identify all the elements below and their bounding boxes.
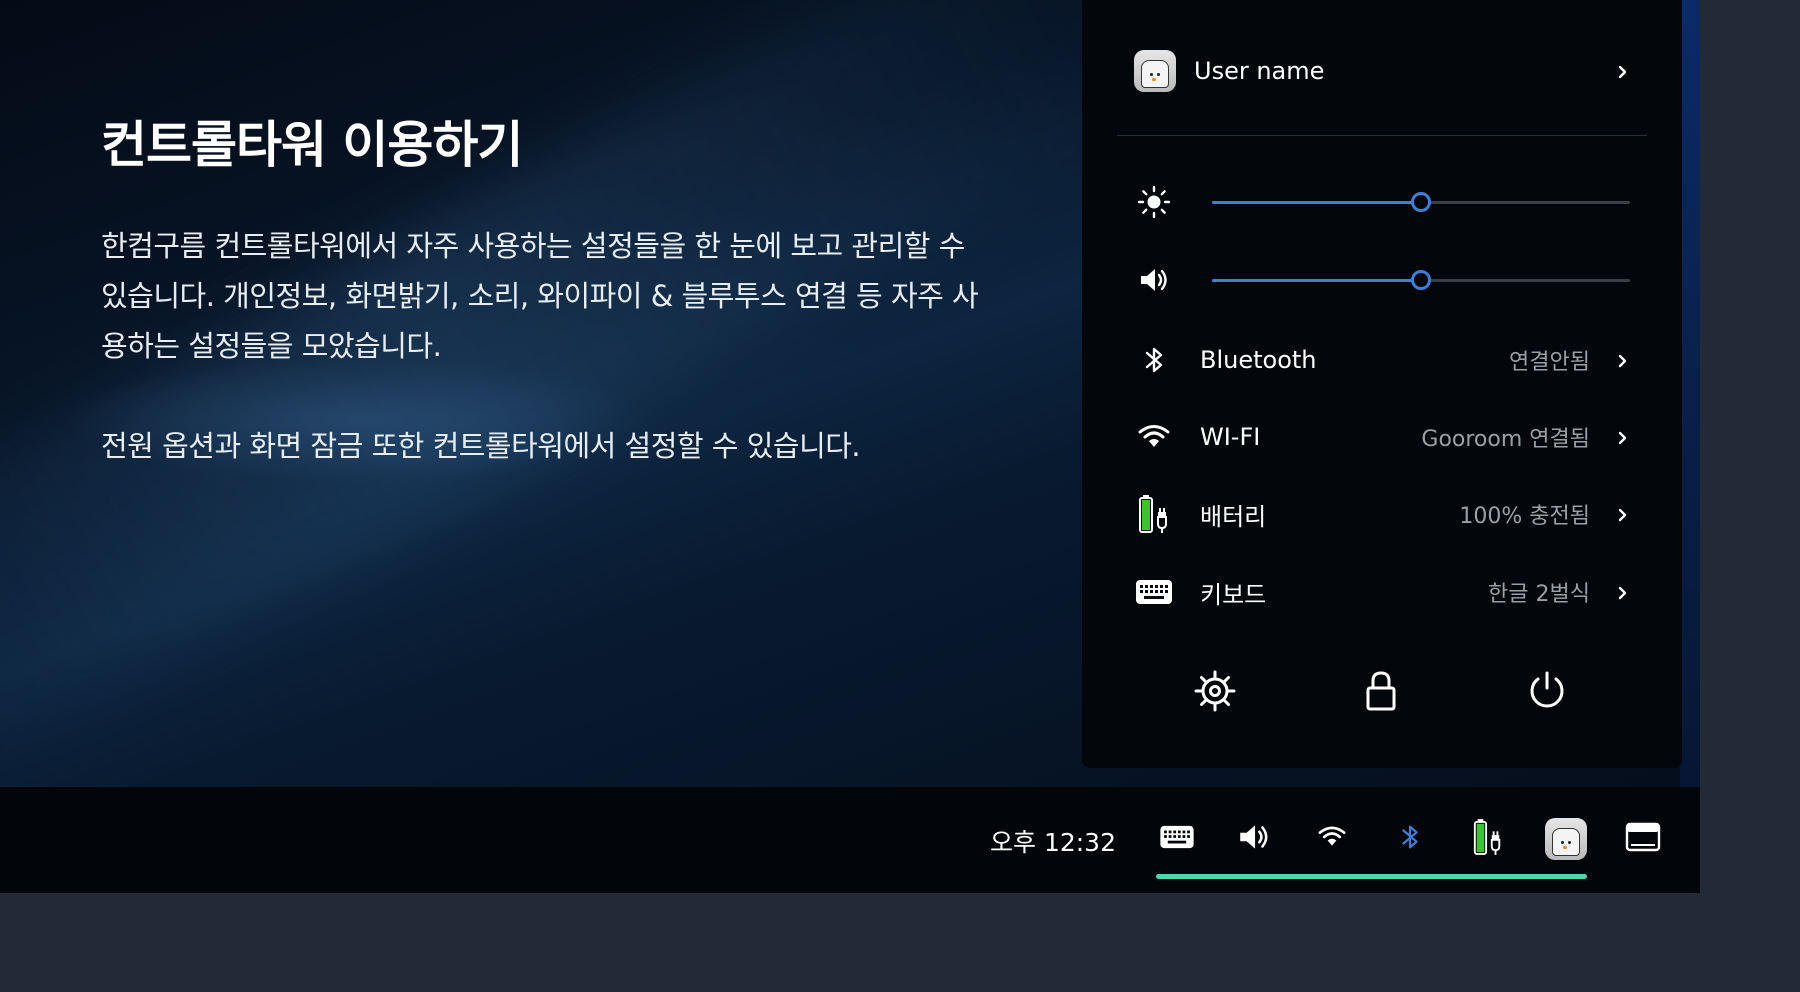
battery-row[interactable]: 배터리 100% 충전됨 — [1134, 492, 1630, 536]
panel-actions — [1082, 668, 1682, 718]
clock[interactable]: 오후 12:32 — [990, 823, 1116, 859]
bluetooth-icon — [1396, 820, 1424, 858]
settings-button[interactable] — [1190, 668, 1240, 718]
wifi-row[interactable]: WI-FI Gooroom 연결됨 — [1134, 415, 1630, 459]
chevron-right-icon — [1616, 64, 1630, 79]
keyboard-label: 키보드 — [1200, 580, 1267, 609]
tray-volume[interactable] — [1232, 817, 1276, 861]
bluetooth-label: Bluetooth — [1200, 346, 1317, 374]
brightness-slider-knob[interactable] — [1411, 192, 1431, 212]
chevron-right-icon — [1616, 353, 1630, 368]
speaker-icon — [1236, 819, 1272, 859]
lock-screen-button[interactable] — [1356, 668, 1406, 718]
battery-icon — [1134, 494, 1174, 534]
power-icon — [1527, 670, 1567, 716]
volume-slider[interactable] — [1212, 270, 1630, 290]
wifi-icon — [1134, 417, 1174, 457]
keyboard-icon — [1134, 572, 1174, 612]
settings-gear-icon — [1193, 669, 1237, 717]
tray-show-desktop[interactable] — [1621, 817, 1665, 861]
brightness-slider-fill — [1212, 201, 1421, 204]
tray-battery[interactable] — [1466, 817, 1510, 861]
wifi-status: Gooroom 연결됨 — [1421, 427, 1590, 452]
wifi-icon — [1317, 824, 1347, 854]
chevron-right-icon — [1616, 430, 1630, 445]
user-row[interactable]: User name — [1134, 49, 1630, 93]
keyboard-row[interactable]: 키보드 한글 2벌식 — [1134, 570, 1630, 614]
desktop-edge — [1680, 0, 1700, 787]
tray-keyboard[interactable] — [1155, 817, 1199, 861]
sun-icon — [1134, 182, 1174, 222]
brightness-slider[interactable] — [1212, 192, 1630, 212]
info-section: 컨트롤타워 이용하기 한컴구름 컨트롤타워에서 자주 사용하는 설정들을 한 눈… — [101, 105, 1001, 471]
window-icon — [1625, 822, 1661, 856]
tray-bluetooth[interactable] — [1388, 817, 1432, 861]
taskbar: 오후 12:32 — [0, 787, 1700, 893]
volume-slider-knob[interactable] — [1411, 270, 1431, 290]
bluetooth-row[interactable]: Bluetooth 연결안됨 — [1134, 338, 1630, 382]
description-paragraph-2: 전원 옵션과 화면 잠금 또한 컨트롤타워에서 설정할 수 있습니다. — [101, 429, 861, 463]
battery-icon — [1472, 817, 1504, 861]
divider — [1117, 135, 1647, 136]
page-title: 컨트롤타워 이용하기 — [101, 116, 523, 174]
control-tower-panel: User name Bluetooth 연결안됨 WI-FI Gooroom 연… — [1082, 0, 1682, 768]
description-paragraph-1: 한컴구름 컨트롤타워에서 자주 사용하는 설정들을 한 눈에 보고 관리할 수 … — [101, 229, 979, 363]
brightness-slider-row — [1134, 182, 1630, 222]
chevron-right-icon — [1616, 585, 1630, 600]
volume-slider-fill — [1212, 279, 1421, 282]
avatar — [1134, 50, 1176, 92]
user-name: User name — [1194, 57, 1325, 85]
wifi-label: WI-FI — [1200, 423, 1261, 451]
keyboard-icon — [1159, 825, 1195, 853]
volume-slider-row — [1134, 260, 1630, 300]
battery-status: 100% 충전됨 — [1459, 504, 1590, 529]
keyboard-layout: 한글 2벌식 — [1488, 582, 1590, 607]
bluetooth-status: 연결안됨 — [1509, 350, 1590, 375]
avatar — [1545, 818, 1587, 860]
tray-user[interactable] — [1544, 817, 1588, 861]
chevron-right-icon — [1616, 507, 1630, 522]
active-indicator — [1156, 874, 1587, 879]
lock-icon — [1364, 670, 1398, 716]
bluetooth-icon — [1134, 340, 1174, 380]
power-button[interactable] — [1522, 668, 1572, 718]
speaker-icon — [1134, 260, 1174, 300]
battery-label: 배터리 — [1200, 502, 1267, 531]
tray-wifi[interactable] — [1310, 817, 1354, 861]
